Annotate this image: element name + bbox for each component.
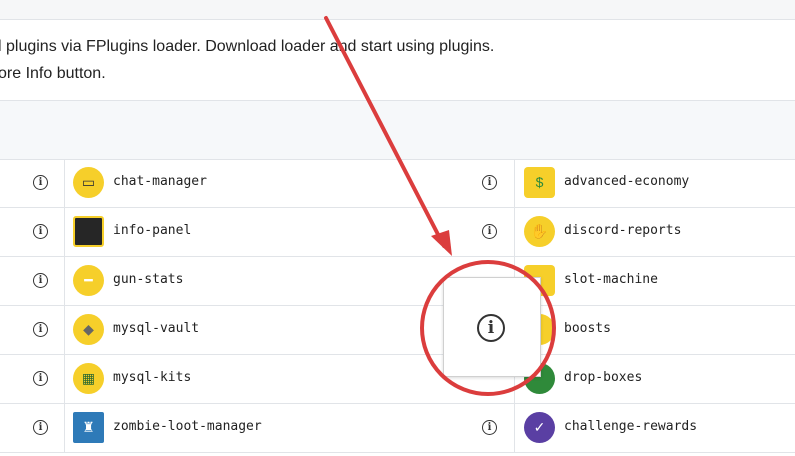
- annotation-arrow: [324, 16, 452, 256]
